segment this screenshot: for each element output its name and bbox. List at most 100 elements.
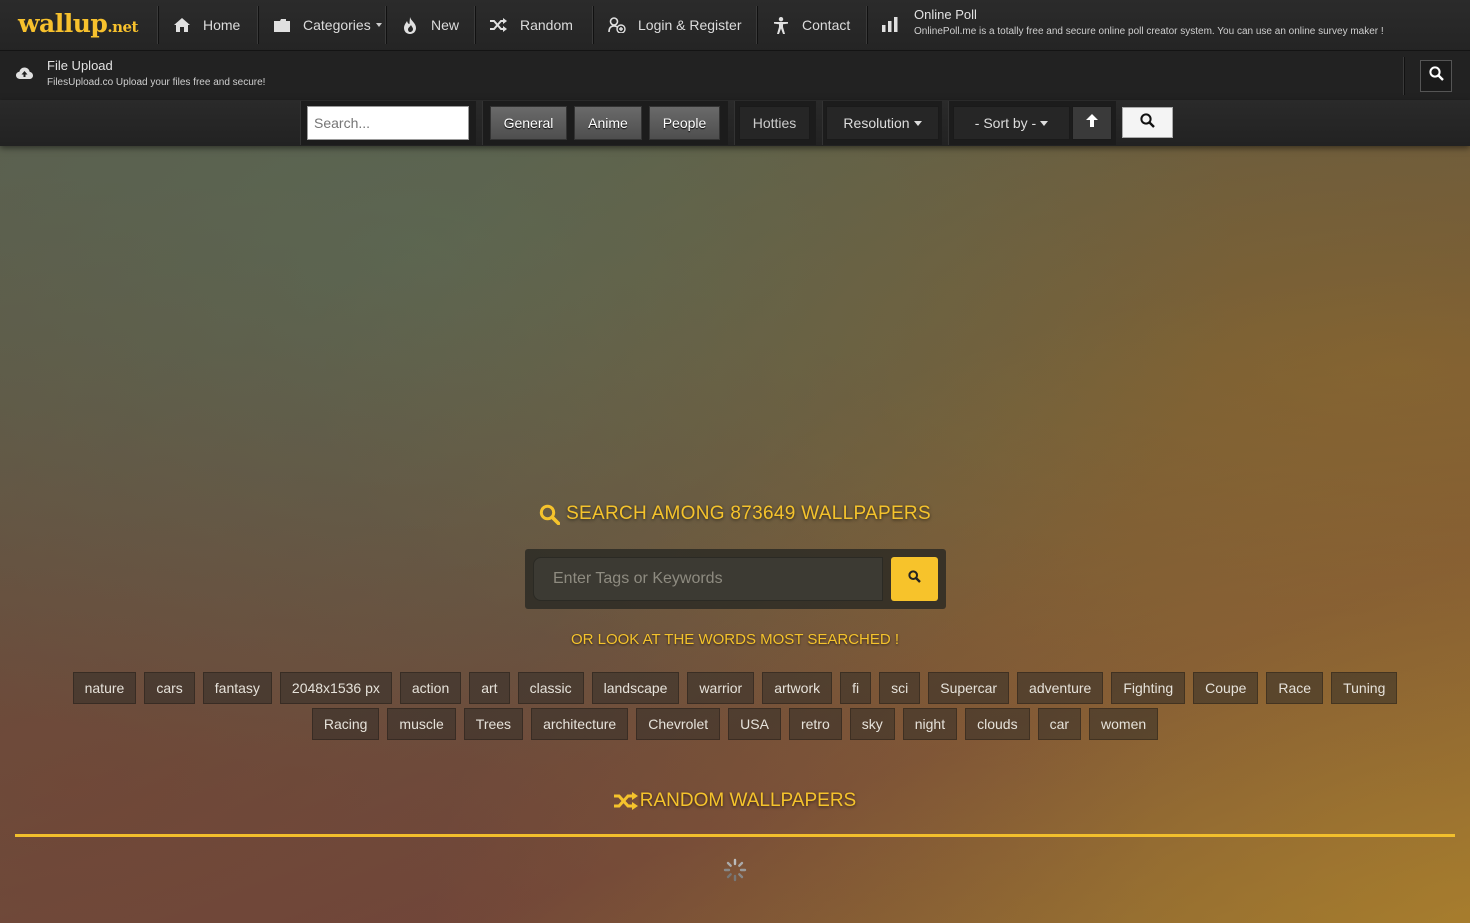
nav-random[interactable]: Random: [490, 0, 573, 50]
tag-item[interactable]: sci: [879, 672, 921, 704]
tag-item[interactable]: Racing: [311, 708, 380, 740]
search-headline: SEARCH AMONG 873649 WALLPAPERS: [0, 503, 1470, 525]
loading-spinner-icon: [723, 858, 747, 882]
nav-divider: [385, 6, 386, 44]
nav-divider: [257, 6, 258, 44]
resolution-dropdown[interactable]: Resolution: [826, 106, 939, 140]
filter-anime-button[interactable]: Anime: [574, 106, 642, 140]
tag-item[interactable]: fantasy: [202, 672, 272, 704]
filter-general-button[interactable]: General: [490, 106, 567, 140]
tag-item[interactable]: Chevrolet: [636, 708, 721, 740]
chevron-down-icon: [913, 120, 922, 126]
tag-item[interactable]: Coupe: [1193, 672, 1259, 704]
nav-divider: [866, 6, 867, 44]
tag-item[interactable]: Trees: [463, 708, 524, 740]
nav-divider: [157, 6, 158, 44]
bar-chart-icon: [882, 16, 898, 46]
site-logo[interactable]: wallup.net: [18, 8, 138, 40]
tag-item[interactable]: adventure: [1017, 672, 1104, 704]
nav-categories-label: Categories: [303, 17, 371, 33]
filter-search-button[interactable]: [1122, 107, 1173, 138]
arrow-up-icon: [1086, 114, 1098, 132]
user-add-icon: [608, 16, 626, 34]
nav-search-button[interactable]: [1420, 60, 1452, 92]
nav-divider: [1403, 57, 1404, 95]
tag-item[interactable]: action: [399, 672, 462, 704]
nav-contact-label: Contact: [802, 17, 851, 33]
nav-contact[interactable]: Contact: [772, 0, 850, 50]
nav-online-poll[interactable]: Online Poll OnlinePoll.me is a totally f…: [882, 6, 1384, 46]
nav-file-upload[interactable]: File Upload FilesUpload.co Upload your f…: [16, 57, 265, 91]
tag-item[interactable]: retro: [788, 708, 842, 740]
search-icon: [539, 504, 561, 525]
nav-new[interactable]: New: [401, 0, 459, 50]
nav-home-label: Home: [203, 17, 241, 33]
tag-item[interactable]: fi: [840, 672, 872, 704]
logo-tld: .net: [107, 18, 138, 36]
logo-text: wallup: [18, 9, 108, 38]
tag-item[interactable]: warrior: [687, 672, 755, 704]
search-icon: [908, 570, 921, 588]
nav-row-primary: wallup.net Home Categories New Random Lo…: [0, 0, 1470, 50]
cloud-upload-icon: [16, 67, 33, 91]
random-wallpapers-heading: RANDOM WALLPAPERS: [0, 790, 1470, 812]
poll-title: Online Poll: [914, 7, 977, 22]
tag-item[interactable]: muscle: [387, 708, 456, 740]
main-search-box: Enter Tags or Keywords: [525, 549, 946, 609]
sort-label: - Sort by -: [974, 115, 1037, 131]
tag-item[interactable]: Supercar: [928, 672, 1010, 704]
random-heading-text: RANDOM WALLPAPERS: [639, 790, 857, 811]
search-icon: [1140, 112, 1155, 133]
tag-item[interactable]: night: [902, 708, 958, 740]
tag-item[interactable]: clouds: [965, 708, 1030, 740]
tag-item[interactable]: car: [1037, 708, 1082, 740]
main-search-input[interactable]: Enter Tags or Keywords: [533, 557, 883, 601]
tag-item[interactable]: 2048x1536 px: [279, 672, 392, 704]
chevron-down-icon: [375, 23, 382, 27]
search-icon: [1428, 66, 1444, 86]
tag-item[interactable]: architecture: [531, 708, 629, 740]
tag-item[interactable]: nature: [72, 672, 137, 704]
folder-icon: [273, 16, 291, 34]
sort-dropdown[interactable]: - Sort by -: [953, 106, 1070, 140]
tag-item[interactable]: Fighting: [1111, 672, 1186, 704]
poll-description: OnlinePoll.me is a totally free and secu…: [914, 26, 1384, 37]
filter-people-button[interactable]: People: [649, 106, 720, 140]
tag-item[interactable]: USA: [728, 708, 781, 740]
nav-home[interactable]: Home: [173, 0, 240, 50]
filter-bar: General Anime People Hotties Resolution …: [0, 100, 1470, 146]
nav-divider: [474, 6, 475, 44]
quick-search-input[interactable]: [307, 106, 469, 140]
tag-item[interactable]: art: [469, 672, 510, 704]
headline-text: SEARCH AMONG 873649 WALLPAPERS: [566, 503, 931, 524]
top-navbar: wallup.net Home Categories New Random Lo…: [0, 0, 1470, 100]
upload-text: File Upload FilesUpload.co Upload your f…: [47, 57, 265, 91]
nav-login-register[interactable]: Login & Register: [608, 0, 742, 50]
chevron-down-icon: [1040, 120, 1049, 126]
tag-cloud: nature cars fantasy 2048x1536 px action art cl…: [40, 672, 1430, 740]
upload-title: File Upload: [47, 58, 113, 73]
tag-item[interactable]: classic: [517, 672, 584, 704]
main-search-button[interactable]: [891, 557, 938, 601]
tag-item[interactable]: Tuning: [1331, 672, 1398, 704]
sort-direction-button[interactable]: [1072, 106, 1112, 140]
nav-divider: [592, 6, 593, 44]
tag-item[interactable]: sky: [849, 708, 895, 740]
nav-categories[interactable]: Categories: [273, 0, 382, 50]
tag-item[interactable]: landscape: [591, 672, 680, 704]
nav-divider: [756, 6, 757, 44]
nav-new-label: New: [431, 17, 460, 33]
poll-text: Online Poll OnlinePoll.me is a totally f…: [914, 6, 1384, 46]
tag-item[interactable]: women: [1089, 708, 1159, 740]
nav-login-label: Login & Register: [638, 17, 742, 33]
nav-random-label: Random: [520, 17, 573, 33]
shuffle-icon: [490, 16, 508, 34]
tag-item[interactable]: Race: [1266, 672, 1324, 704]
nav-row-secondary: File Upload FilesUpload.co Upload your f…: [0, 50, 1470, 100]
tag-item[interactable]: artwork: [762, 672, 833, 704]
most-searched-heading: OR LOOK AT THE WORDS MOST SEARCHED !: [570, 631, 900, 648]
fire-icon: [401, 16, 419, 34]
tag-item[interactable]: cars: [144, 672, 195, 704]
filter-hotties-button[interactable]: Hotties: [739, 106, 810, 140]
shuffle-icon: [613, 792, 638, 810]
